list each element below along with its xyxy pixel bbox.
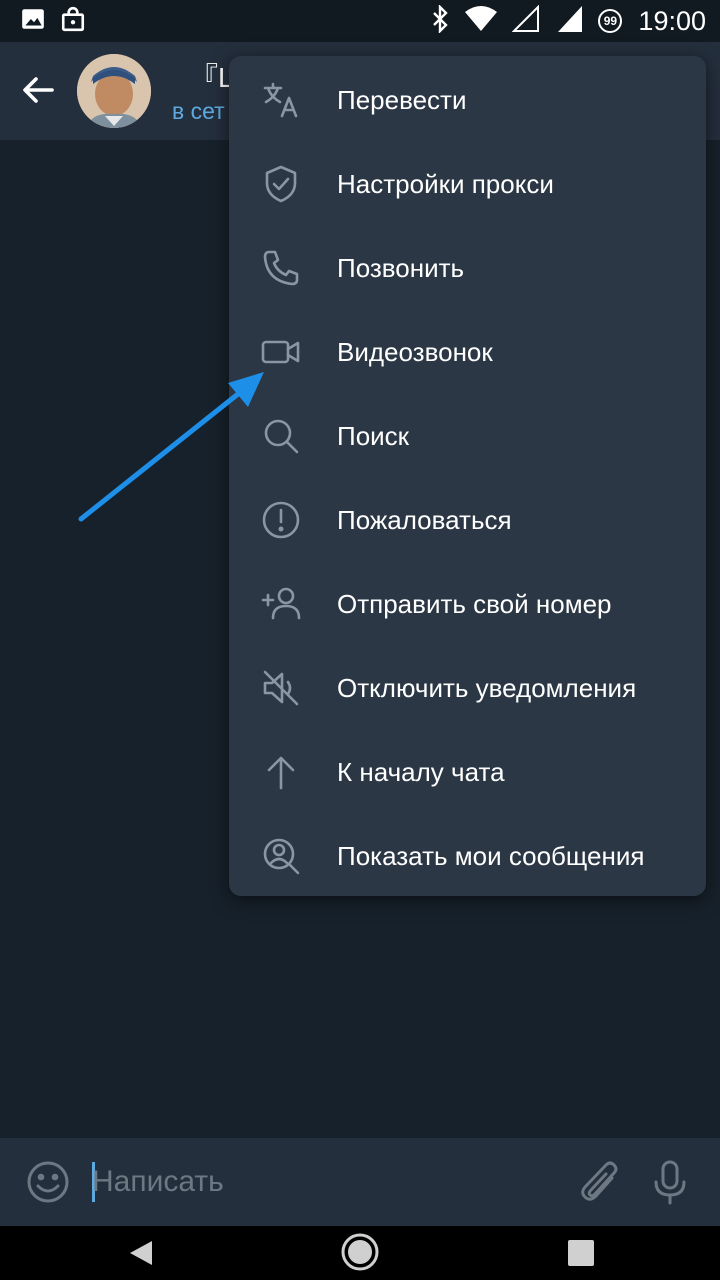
avatar[interactable] bbox=[77, 54, 151, 128]
menu-item-label: Пожаловаться bbox=[337, 505, 512, 535]
menu-item-label: Показать мои сообщения bbox=[337, 841, 645, 871]
image-icon bbox=[20, 6, 46, 37]
menu-item-my-messages[interactable]: Показать мои сообщения bbox=[229, 814, 706, 896]
menu-item-label: Видеозвонок bbox=[337, 337, 493, 367]
menu-item-go-to-start[interactable]: К началу чата bbox=[229, 730, 706, 814]
chat-status: в сет bbox=[172, 98, 225, 124]
notification-badge: 99 bbox=[598, 9, 623, 33]
menu-item-search[interactable]: Поиск bbox=[229, 394, 706, 478]
user-search-icon bbox=[261, 836, 301, 876]
system-nav-bar bbox=[0, 1226, 720, 1280]
menu-item-mute[interactable]: Отключить уведомления bbox=[229, 646, 706, 730]
menu-item-label: К началу чата bbox=[337, 757, 505, 787]
message-composer bbox=[0, 1138, 720, 1226]
back-button[interactable] bbox=[18, 70, 58, 110]
microphone-icon bbox=[654, 1160, 686, 1205]
nav-home-button[interactable] bbox=[340, 1232, 380, 1272]
status-right: 99 19:00 bbox=[430, 3, 706, 39]
square-recents-icon bbox=[568, 1240, 594, 1266]
video-camera-icon bbox=[261, 332, 301, 372]
overflow-menu: Перевести Настройки прокси Позвонить Вид… bbox=[229, 56, 706, 896]
menu-item-proxy-settings[interactable]: Настройки прокси bbox=[229, 142, 706, 226]
shield-icon bbox=[261, 164, 301, 204]
translate-icon bbox=[261, 80, 301, 120]
search-icon bbox=[261, 416, 301, 456]
menu-item-label: Отключить уведомления bbox=[337, 673, 637, 703]
attach-button[interactable] bbox=[578, 1158, 622, 1206]
menu-item-label: Поиск bbox=[337, 421, 410, 451]
menu-item-label: Позвонить bbox=[337, 253, 465, 283]
signal-icon bbox=[512, 4, 540, 38]
add-contact-icon bbox=[261, 584, 301, 624]
menu-item-translate[interactable]: Перевести bbox=[229, 58, 706, 142]
menu-item-label: Перевести bbox=[337, 85, 467, 115]
shopping-bag-icon bbox=[60, 6, 86, 37]
report-icon bbox=[261, 500, 301, 540]
menu-item-video-call[interactable]: Видеозвонок bbox=[229, 310, 706, 394]
menu-item-report[interactable]: Пожаловаться bbox=[229, 478, 706, 562]
menu-item-label: Настройки прокси bbox=[337, 169, 554, 199]
message-input[interactable] bbox=[92, 1152, 552, 1212]
wifi-icon bbox=[464, 5, 498, 37]
menu-item-share-number[interactable]: Отправить свой номер bbox=[229, 562, 706, 646]
emoji-button[interactable] bbox=[26, 1160, 70, 1204]
menu-item-label: Отправить свой номер bbox=[337, 589, 612, 619]
circle-home-icon bbox=[341, 1233, 379, 1271]
nav-back-button[interactable] bbox=[126, 1238, 156, 1268]
emoji-icon bbox=[27, 1161, 69, 1203]
mute-icon bbox=[261, 668, 301, 708]
paperclip-icon bbox=[581, 1161, 618, 1201]
battery-icon bbox=[554, 4, 584, 39]
triangle-back-icon bbox=[130, 1241, 152, 1265]
status-left bbox=[20, 6, 86, 37]
arrow-left-icon bbox=[23, 77, 54, 103]
bluetooth-icon bbox=[430, 3, 450, 38]
menu-item-call[interactable]: Позвонить bbox=[229, 226, 706, 310]
microphone-button[interactable] bbox=[648, 1158, 692, 1206]
status-time: 19:00 bbox=[638, 5, 706, 36]
arrow-up-icon bbox=[261, 752, 301, 792]
nav-recents-button[interactable] bbox=[566, 1238, 596, 1268]
phone-icon bbox=[261, 248, 301, 288]
status-bar: 99 19:00 bbox=[0, 0, 720, 42]
